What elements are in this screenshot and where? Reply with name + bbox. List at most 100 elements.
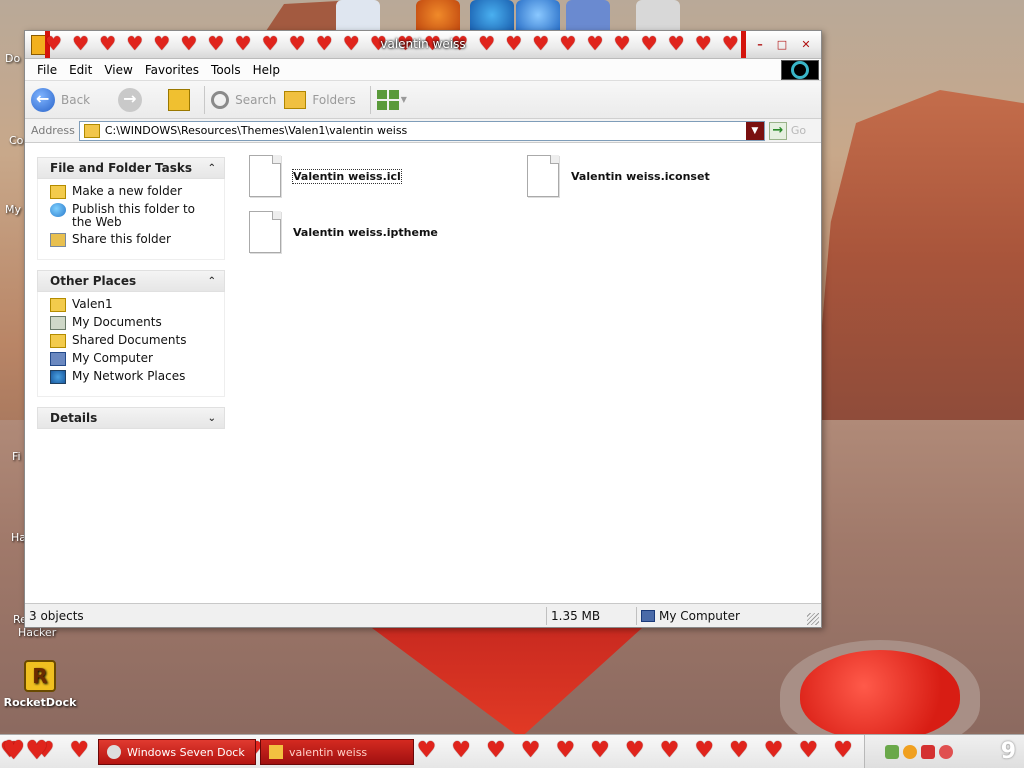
file-name: Valentin weiss.iconset (571, 169, 710, 183)
menu-file[interactable]: File (31, 63, 63, 77)
smiley-tray-icon[interactable] (903, 745, 917, 759)
network-icon (50, 370, 66, 384)
taskbar-button-windows-seven-dock[interactable]: Windows Seven Dock (98, 739, 256, 765)
taskbar-button-valentin-weiss[interactable]: valentin weiss (260, 739, 414, 765)
collapse-icon[interactable]: ⌃ (208, 163, 216, 174)
search-button[interactable]: Search (211, 90, 276, 109)
security-tray-icon[interactable] (921, 745, 935, 759)
menu-tools[interactable]: Tools (205, 63, 247, 77)
app-icon (107, 745, 121, 759)
file-item[interactable]: Valentin weiss.icl (249, 155, 402, 197)
address-path: C:\WINDOWS\Resources\Themes\Valen1\valen… (104, 124, 408, 137)
other-places-header[interactable]: Other Places ⌃ (37, 270, 225, 292)
views-icon (376, 89, 399, 110)
up-folder-icon (168, 88, 191, 111)
computer-icon (50, 352, 66, 366)
place-valen1[interactable]: Valen1 (50, 298, 216, 312)
dock-item-media-player[interactable] (516, 0, 560, 30)
publish-to-web-link[interactable]: Publish this folder to the Web (50, 203, 216, 229)
menu-edit[interactable]: Edit (63, 63, 98, 77)
go-button[interactable]: Go (791, 124, 806, 137)
mouse-cursor-icon (641, 195, 653, 213)
address-dropdown-icon[interactable]: ▼ (745, 121, 764, 140)
place-my-documents[interactable]: My Documents (50, 316, 216, 330)
hearts-decoration: ♥ ♥ ♥ ♥ ♥ ♥ ♥ ♥ ♥ ♥ ♥ ♥ ♥ ♥ ♥ ♥ ♥ ♥ ♥ ♥ … (45, 33, 745, 55)
file-icon (249, 155, 281, 197)
menu-help[interactable]: Help (247, 63, 286, 77)
dock-item-monitor[interactable] (336, 0, 380, 30)
computer-icon (641, 609, 655, 622)
make-new-folder-link[interactable]: Make a new folder (50, 185, 216, 199)
forward-arrow-icon (118, 87, 143, 112)
file-item[interactable]: Valentin weiss.iconset (527, 155, 710, 197)
content-area: File and Folder Tasks ⌃ Make a new folde… (25, 145, 821, 603)
search-icon (211, 90, 230, 109)
title-accent-right (741, 31, 746, 58)
shared-folder-icon (50, 334, 66, 348)
menu-favorites[interactable]: Favorites (139, 63, 205, 77)
details-header[interactable]: Details ⌄ (37, 407, 225, 429)
file-icon (527, 155, 559, 197)
views-button[interactable]: ▼ (376, 89, 407, 110)
place-shared-documents[interactable]: Shared Documents (50, 334, 216, 348)
file-folder-tasks-header[interactable]: File and Folder Tasks ⌃ (37, 157, 225, 179)
status-bar: 3 objects 1.35 MB My Computer (25, 603, 821, 627)
menu-view[interactable]: View (98, 63, 138, 77)
file-list: Valentin weiss.icl Valentin weiss.iconse… (239, 145, 821, 603)
task-label: Make a new folder (72, 184, 183, 198)
task-label: valentin weiss (289, 745, 368, 759)
toolbar-separator (204, 85, 206, 114)
desktop-label-my[interactable]: My (5, 203, 21, 216)
place-label: My Network Places (72, 369, 186, 383)
share-icon (50, 233, 66, 247)
file-item[interactable]: Valentin weiss.iptheme (249, 211, 438, 253)
globe-icon (50, 203, 66, 217)
place-label: Valen1 (72, 297, 113, 311)
back-button[interactable]: Back (31, 87, 90, 112)
background-mesa (814, 90, 1024, 420)
minimize-button[interactable]: – (753, 38, 767, 52)
place-label: My Computer (72, 351, 153, 365)
task-label: Share this folder (72, 232, 171, 246)
maximize-button[interactable]: □ (775, 38, 789, 52)
forward-button[interactable] (118, 87, 148, 112)
folder-icon (50, 298, 66, 312)
place-label: Shared Documents (72, 333, 187, 347)
go-arrow-icon[interactable]: → (768, 121, 787, 140)
windows-throbber-icon (781, 60, 819, 80)
clock[interactable]: 9 (1001, 739, 1016, 764)
status-size: 1.35 MB (547, 606, 637, 625)
close-tray-icon[interactable] (939, 745, 953, 759)
file-name: Valentin weiss.icl (292, 168, 402, 184)
task-label: Windows Seven Dock (127, 745, 245, 759)
details-panel: Details ⌄ (37, 407, 225, 429)
back-arrow-icon (31, 87, 55, 112)
desktop-label-computer[interactable]: Co (9, 134, 23, 147)
dock-item-ie[interactable] (470, 0, 514, 30)
title-bar[interactable]: ♥ ♥ ♥ ♥ ♥ ♥ ♥ ♥ ♥ ♥ ♥ ♥ ♥ ♥ ♥ ♥ ♥ ♥ ♥ ♥ … (25, 31, 821, 59)
expand-icon[interactable]: ⌄ (208, 413, 216, 424)
menu-bar: File Edit View Favorites Tools Help (25, 59, 821, 81)
dock-item-recycle-bin[interactable] (636, 0, 680, 30)
address-input[interactable]: C:\WINDOWS\Resources\Themes\Valen1\valen… (78, 120, 765, 141)
share-folder-link[interactable]: Share this folder (50, 233, 216, 247)
desktop-label-fi[interactable]: Fi (12, 450, 21, 463)
status-location-label: My Computer (659, 608, 740, 623)
desktop-label-documents[interactable]: Do (5, 52, 20, 65)
up-folder-button[interactable] (168, 88, 191, 111)
desktop-icon-rocketdock[interactable]: R RocketDock (0, 660, 80, 709)
place-my-network-places[interactable]: My Network Places (50, 370, 216, 384)
place-label: My Documents (72, 315, 162, 329)
explorer-window: ♥ ♥ ♥ ♥ ♥ ♥ ♥ ♥ ♥ ♥ ♥ ♥ ♥ ♥ ♥ ♥ ♥ ♥ ♥ ♥ … (24, 30, 822, 628)
start-button[interactable]: ♥♥ (2, 737, 88, 767)
place-my-computer[interactable]: My Computer (50, 352, 216, 366)
network-tray-icon[interactable] (885, 745, 899, 759)
close-button[interactable]: ✕ (799, 38, 813, 52)
folders-button[interactable]: Folders (284, 90, 356, 109)
dock-item-computer[interactable] (566, 0, 610, 30)
dock-item-firefox[interactable] (416, 0, 460, 30)
resize-grip[interactable] (807, 613, 819, 625)
address-folder-icon (83, 123, 100, 138)
desktop-icon-label: RocketDock (3, 696, 77, 709)
collapse-icon[interactable]: ⌃ (208, 276, 216, 287)
